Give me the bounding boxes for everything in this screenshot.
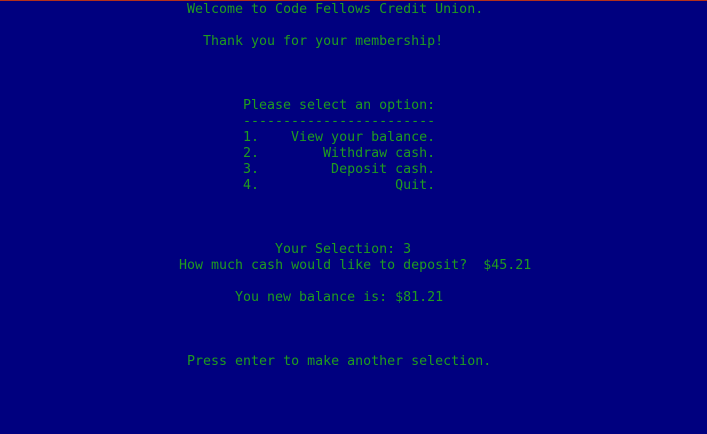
thanks-text: Thank you for your membership! (203, 34, 444, 49)
menu-item-withdraw: 2. Withdraw cash. (243, 146, 436, 161)
selection-text: Your Selection: 3 (275, 242, 412, 257)
console-window[interactable]: Welcome to Code Fellows Credit Union. Th… (0, 0, 707, 434)
deposit-question: How much cash would like to deposit? $45… (179, 258, 532, 273)
continue-prompt: Press enter to make another selection. (187, 354, 492, 369)
menu-item-deposit: 3. Deposit cash. (243, 162, 436, 177)
menu-prompt: Please select an option: (243, 98, 436, 113)
welcome-text: Welcome to Code Fellows Credit Union. (187, 2, 484, 17)
new-balance-text: You new balance is: $81.21 (235, 290, 444, 305)
menu-item-quit: 4. Quit. (243, 178, 436, 193)
menu-divider: ------------------------ (243, 114, 436, 129)
menu-item-view-balance: 1. View your balance. (243, 130, 436, 145)
